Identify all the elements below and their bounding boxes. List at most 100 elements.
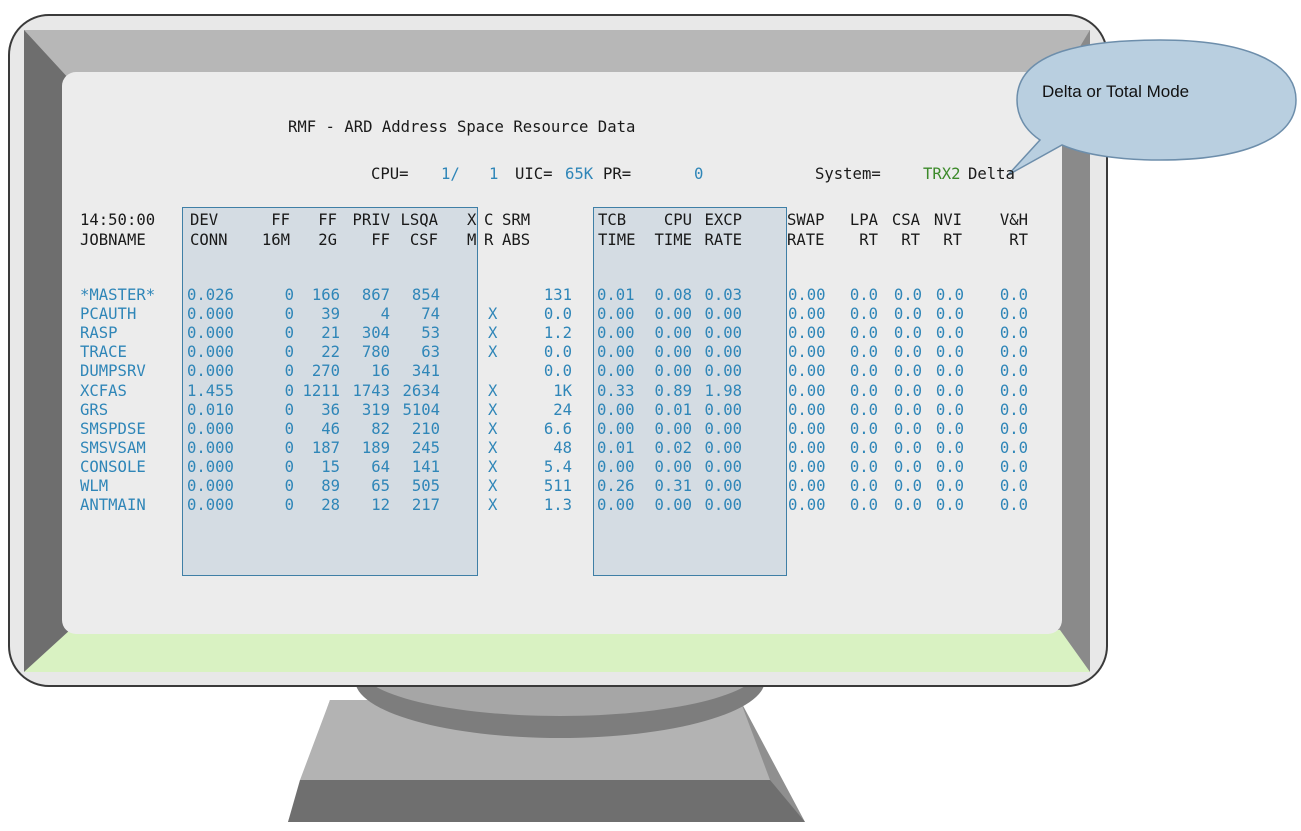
column-header: FF	[318, 211, 337, 229]
uic-label: UIC=	[515, 165, 553, 183]
table-cell: 74	[421, 305, 440, 324]
table-cell: 65	[371, 477, 390, 495]
table-cell: 21	[321, 324, 340, 343]
table-cell: 12	[371, 496, 390, 515]
table-cell: 0.03	[704, 286, 742, 304]
table-cell: 0.0	[935, 343, 964, 362]
table-cell: 0.000	[187, 362, 234, 381]
rmf-screen: RMF - ARD Address Space Resource Data CP…	[0, 0, 1301, 831]
table-cell: 0.00	[788, 381, 826, 400]
table-cell: 0.0	[999, 305, 1028, 324]
table-cell: 0.000	[187, 324, 234, 343]
table-cell: 0.00	[597, 305, 635, 324]
column-header: CSF	[409, 231, 438, 249]
table-cell: X	[488, 305, 498, 324]
table-cell: 0.00	[597, 400, 635, 419]
table-cell: 867	[361, 286, 390, 304]
jobname-cell: DUMPSRV	[80, 362, 146, 381]
table-cell: X	[488, 438, 498, 457]
table-cell: 0.0	[849, 324, 878, 343]
table-cell: 0.0	[999, 438, 1028, 457]
table-cell: 0.0	[935, 305, 964, 324]
table-cell: 39	[321, 305, 340, 324]
column-header: CPU	[663, 211, 692, 229]
table-cell: 0.00	[788, 419, 826, 438]
table-cell: 0.000	[187, 477, 234, 495]
table-cell: 0.0	[543, 305, 572, 324]
column-header: LPA	[849, 211, 878, 229]
table-cell: 270	[311, 362, 340, 381]
cpu-value: 1/	[441, 165, 460, 183]
table-cell: 48	[553, 438, 572, 457]
table-cell: 189	[361, 438, 390, 457]
table-cell: 0.00	[704, 305, 742, 324]
table-cell: 0.0	[935, 477, 964, 495]
column-header: 2G	[318, 231, 337, 249]
table-cell: 0.00	[597, 324, 635, 343]
table-cell: 0.0	[999, 324, 1028, 343]
table-cell: 0.00	[788, 362, 826, 381]
jobname-cell: WLM	[80, 477, 109, 495]
table-cell: 5104	[402, 400, 440, 419]
system-value: TRX2	[923, 165, 961, 183]
table-cell: 0	[284, 343, 294, 362]
uic-value: 65K	[565, 165, 594, 183]
table-cell: 1.98	[704, 381, 742, 400]
table-cell: X	[488, 496, 498, 515]
table-cell: 0.0	[849, 419, 878, 438]
table-cell: 0.00	[704, 438, 742, 457]
table-cell: 0.0	[893, 362, 922, 381]
table-cell: 0.0	[893, 419, 922, 438]
table-cell: 0.00	[788, 477, 826, 495]
column-header: TCB	[598, 211, 627, 229]
table-cell: 0	[284, 286, 294, 304]
column-header: 16M	[261, 231, 290, 249]
jobname-cell: GRS	[80, 400, 109, 419]
table-cell: 5.4	[543, 457, 572, 476]
table-cell: 0.0	[893, 400, 922, 419]
table-cell: 0	[284, 324, 294, 343]
table-cell: 0.00	[654, 457, 692, 476]
pr-value: 0	[694, 165, 704, 183]
cpu-value-2: 1	[489, 165, 499, 183]
table-cell: 89	[321, 477, 340, 495]
table-cell: 0.00	[788, 324, 826, 343]
table-cell: 0.00	[704, 457, 742, 476]
table-cell: X	[488, 457, 498, 476]
column-header: PRIV	[352, 211, 390, 229]
table-cell: 1K	[553, 381, 572, 400]
jobname-cell: ANTMAIN	[80, 496, 146, 515]
table-cell: 210	[411, 419, 440, 438]
column-header: X	[467, 211, 477, 229]
table-cell: 0.00	[654, 343, 692, 362]
table-cell: 0.0	[935, 457, 964, 476]
table-cell: 0.00	[704, 496, 742, 515]
table-cell: 0.0	[849, 457, 878, 476]
table-cell: 0.0	[999, 286, 1028, 304]
table-cell: 0.00	[654, 324, 692, 343]
table-cell: 341	[411, 362, 440, 381]
table-cell: 0.00	[788, 496, 826, 515]
table-cell: 0.0	[935, 419, 964, 438]
table-cell: 0.26	[597, 477, 635, 495]
table-cell: 0	[284, 438, 294, 457]
column-header: RATE	[787, 231, 825, 249]
table-cell: 0.0	[935, 400, 964, 419]
table-cell: 187	[311, 438, 340, 457]
column-header: SWAP	[787, 211, 825, 229]
table-cell: 46	[321, 419, 340, 438]
table-cell: 1.455	[187, 381, 234, 400]
column-header: RT	[943, 231, 962, 249]
table-cell: 1.2	[543, 324, 572, 343]
table-cell: 0.00	[597, 362, 635, 381]
table-cell: 15	[321, 457, 340, 476]
table-cell: 780	[361, 343, 390, 362]
table-cell: 28	[321, 496, 340, 515]
table-cell: 0.00	[788, 343, 826, 362]
table-cell: 0.000	[187, 438, 234, 457]
table-cell: 0.0	[849, 362, 878, 381]
column-header: RT	[901, 231, 920, 249]
column-header: LSQA	[400, 211, 438, 229]
table-cell: 0.00	[597, 419, 635, 438]
table-cell: 0.00	[597, 496, 635, 515]
